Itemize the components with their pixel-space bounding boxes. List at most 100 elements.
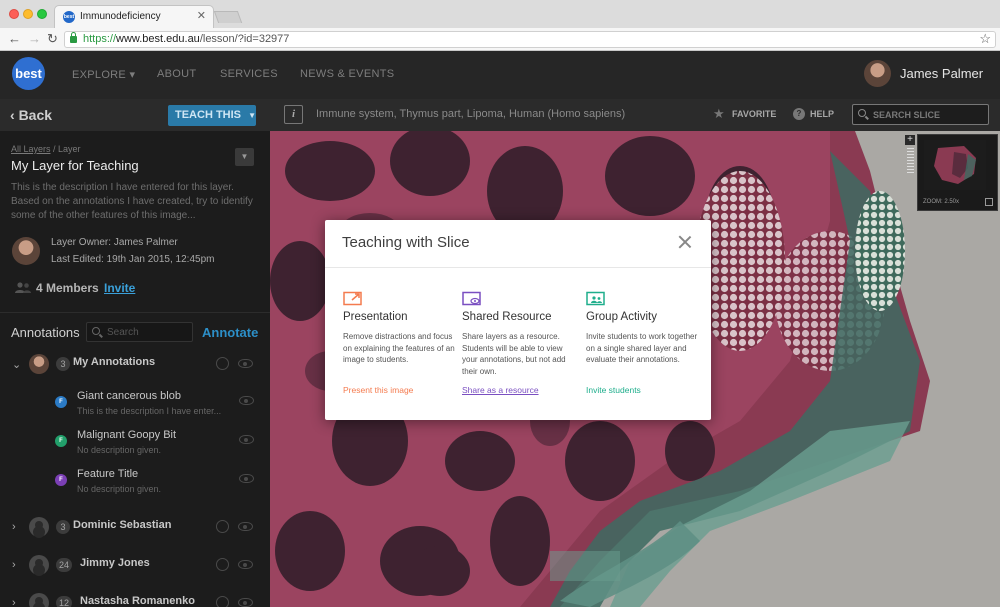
new-tab-button[interactable]	[213, 11, 243, 23]
group-name: Jimmy Jones	[80, 557, 150, 569]
breadcrumb-all-layers[interactable]: All Layers	[11, 144, 51, 154]
close-tab-icon[interactable]: ✕	[197, 9, 206, 22]
present-image-link[interactable]: Present this image	[343, 385, 413, 395]
slice-search	[852, 104, 989, 125]
visibility-eye-icon[interactable]	[239, 435, 254, 444]
minimap-thumbnail	[924, 140, 986, 190]
annotation-item[interactable]: F Malignant Goopy Bit No description giv…	[0, 427, 270, 463]
zoom-level: ZOOM: 2.50x	[923, 199, 960, 205]
lock-icon	[70, 32, 77, 43]
share-resource-link[interactable]: Share as a resource	[462, 385, 539, 395]
option-description: Share layers as a resource. Students wil…	[462, 332, 566, 376]
annotation-group[interactable]: › 12 Nastasha Romanenko	[0, 588, 270, 607]
annotation-title: Giant cancerous blob	[77, 390, 181, 402]
invite-link[interactable]: Invite	[104, 281, 135, 295]
slice-search-input[interactable]	[873, 108, 985, 122]
visibility-eye-icon[interactable]	[238, 598, 253, 607]
nav-about[interactable]: ABOUT	[157, 68, 196, 80]
avatar	[29, 354, 49, 374]
visibility-eye-icon[interactable]	[238, 522, 253, 531]
select-radio[interactable]	[216, 520, 229, 533]
nav-explore[interactable]: EXPLORE ▾	[72, 68, 135, 81]
select-radio[interactable]	[216, 558, 229, 571]
close-icon[interactable]	[678, 235, 692, 249]
visibility-eye-icon[interactable]	[238, 359, 253, 368]
annotate-button[interactable]: Annotate	[202, 325, 258, 340]
user-avatar[interactable]	[864, 60, 891, 87]
option-title: Presentation	[343, 311, 408, 323]
zoom-in-button[interactable]: +	[905, 135, 915, 145]
breadcrumb: All Layers / Layer	[11, 144, 81, 154]
layer-sidebar: ‹ Back TEACH THIS ▼ All Layers / Layer ▼…	[0, 99, 270, 607]
members-icon	[15, 282, 31, 293]
zoom-slider[interactable]	[907, 148, 914, 174]
annotation-group[interactable]: › 24 Jimmy Jones	[0, 550, 270, 580]
avatar	[29, 517, 49, 537]
annotation-item[interactable]: F Feature Title No description given.	[0, 466, 270, 502]
bookmark-star-icon[interactable]: ☆	[979, 31, 991, 47]
select-radio[interactable]	[216, 357, 229, 370]
visibility-eye-icon[interactable]	[239, 474, 254, 483]
annotation-description: No description given.	[77, 484, 162, 494]
back-button[interactable]: ‹ Back	[10, 107, 52, 123]
expand-icon[interactable]	[985, 198, 993, 206]
modal-title: Teaching with Slice	[342, 234, 470, 251]
chevron-down-icon[interactable]: ⌄	[12, 358, 21, 371]
caret-down-icon: ▼	[248, 111, 256, 120]
maximize-window-button[interactable]	[37, 9, 47, 19]
annotation-item[interactable]: F Giant cancerous blob This is the descr…	[0, 388, 270, 424]
annotation-title: Malignant Goopy Bit	[77, 429, 177, 441]
annotation-search-input[interactable]	[107, 325, 189, 339]
annotation-badge: F	[55, 435, 67, 447]
invite-students-link[interactable]: Invite students	[586, 385, 641, 395]
last-edited: Last Edited: 19th Jan 2015, 12:45pm	[51, 254, 215, 265]
caret-down-icon: ▼	[240, 152, 249, 161]
help-button[interactable]: HELP	[810, 109, 834, 119]
select-radio[interactable]	[216, 596, 229, 607]
chevron-right-icon[interactable]: ›	[12, 559, 16, 571]
chevron-right-icon[interactable]: ›	[12, 597, 16, 607]
nav-services[interactable]: SERVICES	[220, 68, 278, 80]
divider	[0, 312, 270, 313]
annotation-badge: F	[55, 396, 67, 408]
nav-news-events[interactable]: NEWS & EVENTS	[300, 68, 394, 80]
visibility-eye-icon[interactable]	[238, 560, 253, 569]
option-title: Group Activity	[586, 311, 657, 323]
layer-dropdown-button[interactable]: ▼	[235, 148, 254, 166]
chevron-right-icon[interactable]: ›	[12, 521, 16, 533]
forward-arrow-icon[interactable]: →	[28, 31, 41, 46]
tab-title: Immunodeficiency	[80, 11, 161, 22]
annotation-group[interactable]: ⌄ 3 My Annotations	[0, 349, 270, 379]
user-name[interactable]: James Palmer	[900, 66, 983, 81]
teaching-modal: Teaching with Slice Presentation Remove …	[325, 220, 711, 420]
star-icon[interactable]: ★	[713, 106, 725, 122]
favorite-button[interactable]: FAVORITE	[732, 109, 776, 119]
layer-description: This is the description I have entered f…	[11, 182, 253, 221]
minimap[interactable]: ZOOM: 2.50x	[917, 134, 998, 211]
annotation-group[interactable]: › 3 Dominic Sebastian	[0, 512, 270, 542]
group-activity-icon	[586, 291, 605, 306]
browser-tab[interactable]: best Immunodeficiency ✕	[54, 5, 214, 28]
members-count: 4 Members	[36, 281, 99, 295]
group-name: Nastasha Romanenko	[80, 595, 195, 607]
site-header: best EXPLORE ▾ ABOUT SERVICES NEWS & EVE…	[0, 51, 1000, 99]
url-text: https://www.best.edu.au/lesson/?id=32977	[83, 33, 290, 45]
option-description: Remove distractions and focus on explain…	[343, 332, 455, 364]
count-badge: 3	[56, 357, 70, 371]
annotation-title: Feature Title	[77, 468, 139, 480]
browser-tabbar: best Immunodeficiency ✕	[0, 0, 1000, 28]
owner-avatar	[12, 237, 40, 265]
teach-this-button[interactable]: TEACH THIS ▼	[168, 105, 256, 126]
back-arrow-icon[interactable]: ←	[8, 31, 21, 46]
annotation-description: This is the description I have enter...	[77, 406, 222, 416]
address-bar[interactable]: https://www.best.edu.au/lesson/?id=32977…	[64, 31, 996, 48]
avatar	[29, 555, 49, 575]
visibility-eye-icon[interactable]	[239, 396, 254, 405]
minimize-window-button[interactable]	[23, 9, 33, 19]
close-window-button[interactable]	[9, 9, 19, 19]
best-logo[interactable]: best	[12, 57, 45, 90]
help-icon[interactable]: ?	[793, 108, 805, 120]
count-badge: 3	[56, 520, 70, 534]
reload-icon[interactable]: ↻	[47, 31, 58, 47]
info-icon[interactable]: i	[284, 105, 303, 124]
